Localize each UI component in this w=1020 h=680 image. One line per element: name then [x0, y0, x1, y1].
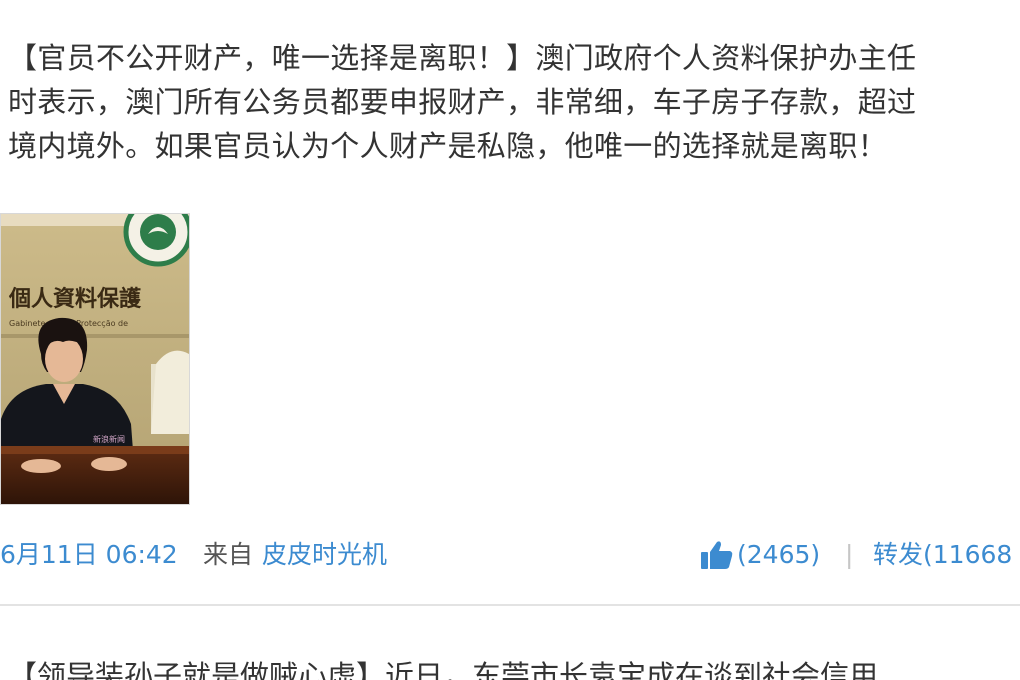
post-text-line: 境内境外。如果官员认为个人财产是私隐，他唯一的选择就是离职！ — [8, 129, 888, 163]
office-sign-text: 個人資料保護 — [8, 286, 142, 312]
post-text-line: 时表示，澳门所有公务员都要申报财产，非常细，车子房子存款，超过 — [8, 85, 917, 119]
source-app-link[interactable]: 皮皮时光机 — [262, 535, 387, 575]
feed-divider — [0, 604, 1020, 606]
next-post-text: 【领导装孙子就是做贼心虚】近日，东莞市长袁宝成在谈到社会信用 — [8, 659, 879, 680]
repost-link[interactable]: 转发(11668 — [873, 535, 1012, 575]
meta-separator: | — [845, 540, 854, 569]
source-from-label: 来自 — [203, 540, 254, 569]
post-timestamp-link[interactable]: 6月11日 06:42 — [0, 535, 178, 575]
post-text: 【官员不公开财产，唯一选择是离职！】澳门政府个人资料保护办主任 时表示，澳门所有… — [8, 36, 1020, 168]
post-meta-row: 6月11日 06:42 来自 皮皮时光机 (2465) | 转发(11668 — [0, 535, 1020, 575]
post-text-line: 【官员不公开财产，唯一选择是离职！】澳门政府个人资料保护办主任 — [8, 41, 917, 75]
thumbs-up-icon[interactable] — [700, 540, 734, 570]
photo-watermark: 新浪新闻 — [93, 434, 125, 444]
like-count-link[interactable]: (2465) — [737, 535, 820, 575]
post-photo-thumbnail[interactable]: 個人資料保護 Gabinete para a Protecção de 新浪新闻 — [0, 213, 190, 505]
